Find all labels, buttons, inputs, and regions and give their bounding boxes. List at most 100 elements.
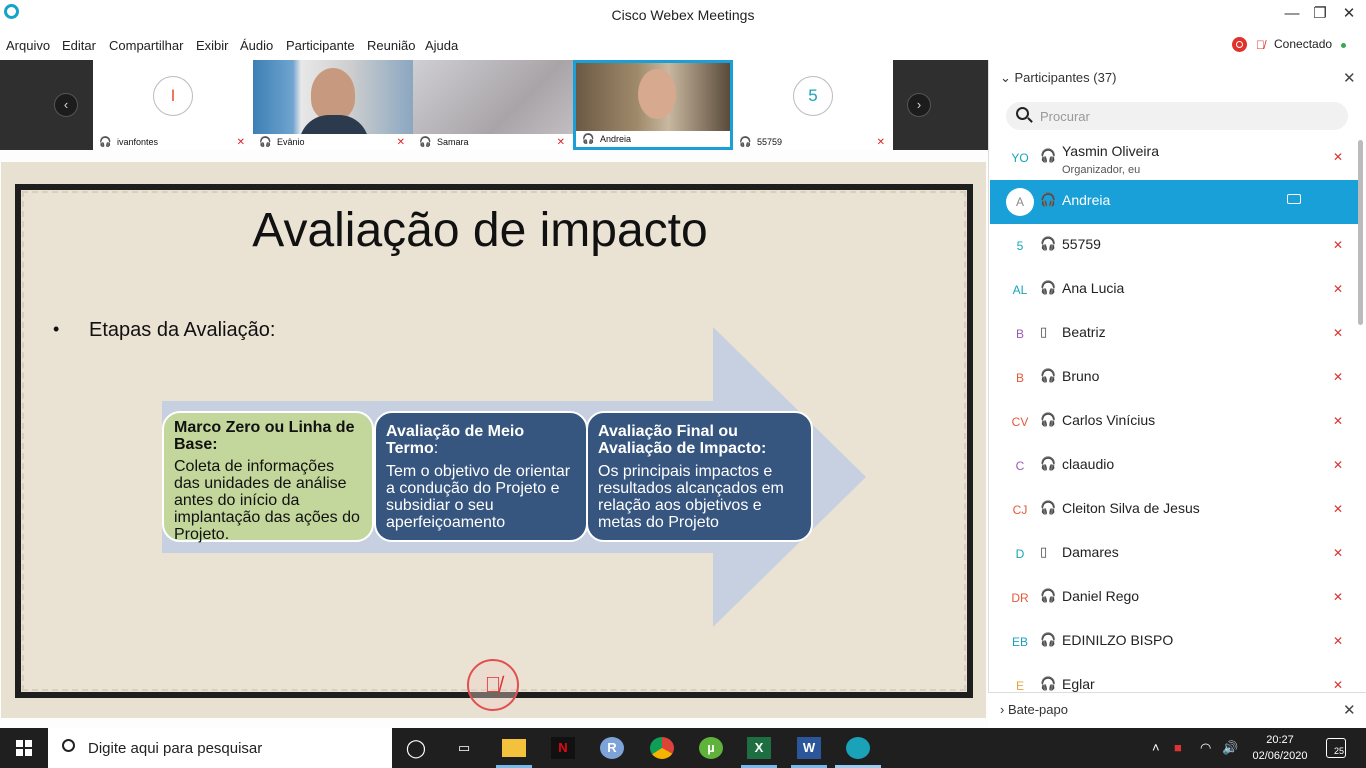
participants-title: Participantes (37) [1014, 70, 1117, 85]
mic-muted-icon[interactable]: ✕ [1333, 678, 1343, 692]
search-input[interactable] [1040, 106, 1330, 126]
participant-name: Eglar [1062, 676, 1095, 692]
participant-row[interactable]: D ▯ Damares ✕ [990, 532, 1358, 576]
chrome-icon[interactable] [650, 737, 674, 759]
minimize-icon[interactable]: — [1280, 4, 1304, 24]
search-icon [62, 739, 75, 752]
participant-name: Bruno [1062, 368, 1100, 384]
process-step-baseline: Marco Zero ou Linha de Base: Coleta de i… [162, 411, 374, 543]
volume-icon[interactable]: 🔊 [1222, 740, 1238, 756]
avatar: D [1006, 540, 1034, 568]
mic-muted-icon[interactable]: 🎙̸ [467, 659, 519, 711]
cortana-icon[interactable]: ◯ [404, 737, 428, 759]
close-icon[interactable]: ✕ [1337, 4, 1361, 24]
excel-icon[interactable]: X [747, 737, 771, 759]
video-camera-icon[interactable] [1287, 194, 1301, 204]
mic-muted-icon[interactable]: ✕ [1333, 546, 1343, 560]
mic-muted-icon[interactable]: ✕ [1333, 634, 1343, 648]
menu-compartilhar[interactable]: Compartilhar [109, 38, 183, 53]
participant-row[interactable]: DR 🎧 Daniel Rego ✕ [990, 576, 1358, 620]
title-bar: Cisco Webex Meetings — ❐ ✕ [0, 0, 1366, 32]
participant-row[interactable]: B 🎧 Bruno ✕ [990, 356, 1358, 400]
participant-row[interactable]: E 🎧 Eglar ✕ [990, 664, 1358, 692]
record-icon[interactable] [1232, 37, 1247, 52]
video-thumbnail[interactable]: I ivanfontes 🎧 ✕ [93, 60, 253, 150]
netflix-icon[interactable]: N [551, 737, 575, 759]
task-view-icon[interactable]: ▭ [452, 737, 476, 759]
avatar: I [153, 76, 193, 116]
chevron-left-icon[interactable]: ‹ [54, 93, 78, 117]
video-thumbnail[interactable]: 5 55759 🎧 ✕ [733, 60, 893, 150]
close-icon[interactable]: ✕ [1343, 69, 1356, 87]
participant-name: Cleiton Silva de Jesus [1062, 500, 1200, 516]
headset-icon: 🎧 [259, 137, 272, 148]
mic-muted-icon[interactable]: ✕ [1333, 238, 1343, 252]
phone-icon: ▯ [1040, 324, 1048, 339]
mic-muted-icon[interactable]: ✕ [1333, 502, 1343, 516]
avatar: B [1006, 364, 1034, 392]
participant-row[interactable]: CJ 🎧 Cleiton Silva de Jesus ✕ [990, 488, 1358, 532]
notification-center-icon[interactable]: 25 [1326, 738, 1346, 758]
avatar: 5 [793, 76, 833, 116]
video-thumbnail[interactable]: Samara 🎧 ✕ [413, 60, 573, 150]
mic-muted-icon: ✕ [876, 137, 885, 148]
mic-muted-icon[interactable]: ✕ [1333, 282, 1343, 296]
participant-name: Yasmin Oliveira [1062, 143, 1159, 159]
video-thumbnail[interactable]: Evânio 🎧 ✕ [253, 60, 413, 150]
mic-muted-icon[interactable]: ✕ [1333, 458, 1343, 472]
chevron-up-icon[interactable]: ˄ [1152, 740, 1160, 755]
scrollbar[interactable] [1358, 140, 1363, 325]
participant-name: Beatriz [1062, 324, 1106, 340]
participants-header[interactable]: ⌄ Participantes (37) [1000, 70, 1116, 86]
webex-icon[interactable] [846, 737, 870, 759]
menu-arquivo[interactable]: Arquivo [6, 38, 50, 53]
participant-row[interactable]: A 🎧 Andreia [990, 180, 1358, 224]
wifi-icon[interactable]: ◠ [1200, 740, 1211, 756]
headset-icon: 🎧 [1040, 412, 1057, 427]
thumbnail-name: Evânio [253, 134, 413, 150]
mic-muted-icon[interactable]: ✕ [1333, 590, 1343, 604]
window-title: Cisco Webex Meetings [611, 7, 755, 23]
participant-row[interactable]: EB 🎧 EDINILZO BISPO ✕ [990, 620, 1358, 664]
step-heading: Avaliação Final ou Avaliação de Impacto: [598, 423, 767, 457]
participant-name: Ana Lucia [1062, 280, 1125, 296]
mic-muted-icon[interactable]: ✕ [1333, 414, 1343, 428]
menu-exibir[interactable]: Exibir [196, 38, 229, 53]
mic-muted-icon[interactable]: ✕ [1333, 370, 1343, 384]
chat-header[interactable]: › Bate-papo [1000, 702, 1068, 717]
word-icon[interactable]: W [797, 737, 821, 759]
close-icon[interactable]: ✕ [1343, 701, 1356, 719]
video-thumbnail-active[interactable]: Andreia 🎧 [573, 60, 733, 150]
connected-dot-icon [1341, 43, 1346, 48]
process-step-midterm: Avaliação de Meio Termo: Tem o objetivo … [374, 411, 588, 542]
menu-audio[interactable]: Áudio [240, 38, 273, 53]
r-icon[interactable]: R [600, 737, 624, 759]
taskbar-search-input[interactable]: Digite aqui para pesquisar [88, 740, 262, 757]
participant-row[interactable]: B ▯ Beatriz ✕ [990, 312, 1358, 356]
mic-muted-icon[interactable]: ✕ [1333, 326, 1343, 340]
menu-ajuda[interactable]: Ajuda [425, 38, 458, 53]
headset-icon: 🎧 [582, 134, 595, 145]
headset-icon: 🎧 [99, 137, 112, 148]
file-explorer-icon[interactable] [502, 739, 526, 757]
menu-reuniao[interactable]: Reunião [367, 38, 415, 53]
windows-start-icon[interactable] [16, 740, 32, 756]
mic-muted-icon[interactable]: 🎙̸ [1256, 38, 1265, 52]
restore-icon[interactable]: ❐ [1308, 4, 1332, 24]
participant-row[interactable]: C 🎧 claaudio ✕ [990, 444, 1358, 488]
utorrent-icon[interactable]: µ [699, 737, 723, 759]
antivirus-icon[interactable]: ■ [1174, 740, 1182, 755]
participant-name: Daniel Rego [1062, 588, 1140, 604]
chevron-right-icon[interactable]: › [907, 93, 931, 117]
menu-participante[interactable]: Participante [286, 38, 355, 53]
mic-muted-icon: ✕ [396, 137, 405, 148]
step-body: Tem o objetivo de orientar a condução do… [386, 463, 571, 531]
mic-muted-icon[interactable]: ✕ [1333, 150, 1343, 164]
participant-row[interactable]: CV 🎧 Carlos Vinícius ✕ [990, 400, 1358, 444]
mic-muted-icon: ✕ [236, 137, 245, 148]
participant-row[interactable]: YO 🎧 Yasmin Oliveira Organizador, eu ✕ [990, 136, 1358, 180]
menu-editar[interactable]: Editar [62, 38, 96, 53]
participant-row[interactable]: 5 🎧 55759 ✕ [990, 224, 1358, 268]
participant-row[interactable]: AL 🎧 Ana Lucia ✕ [990, 268, 1358, 312]
clock[interactable]: 20:27 02/06/2020 [1248, 732, 1312, 764]
